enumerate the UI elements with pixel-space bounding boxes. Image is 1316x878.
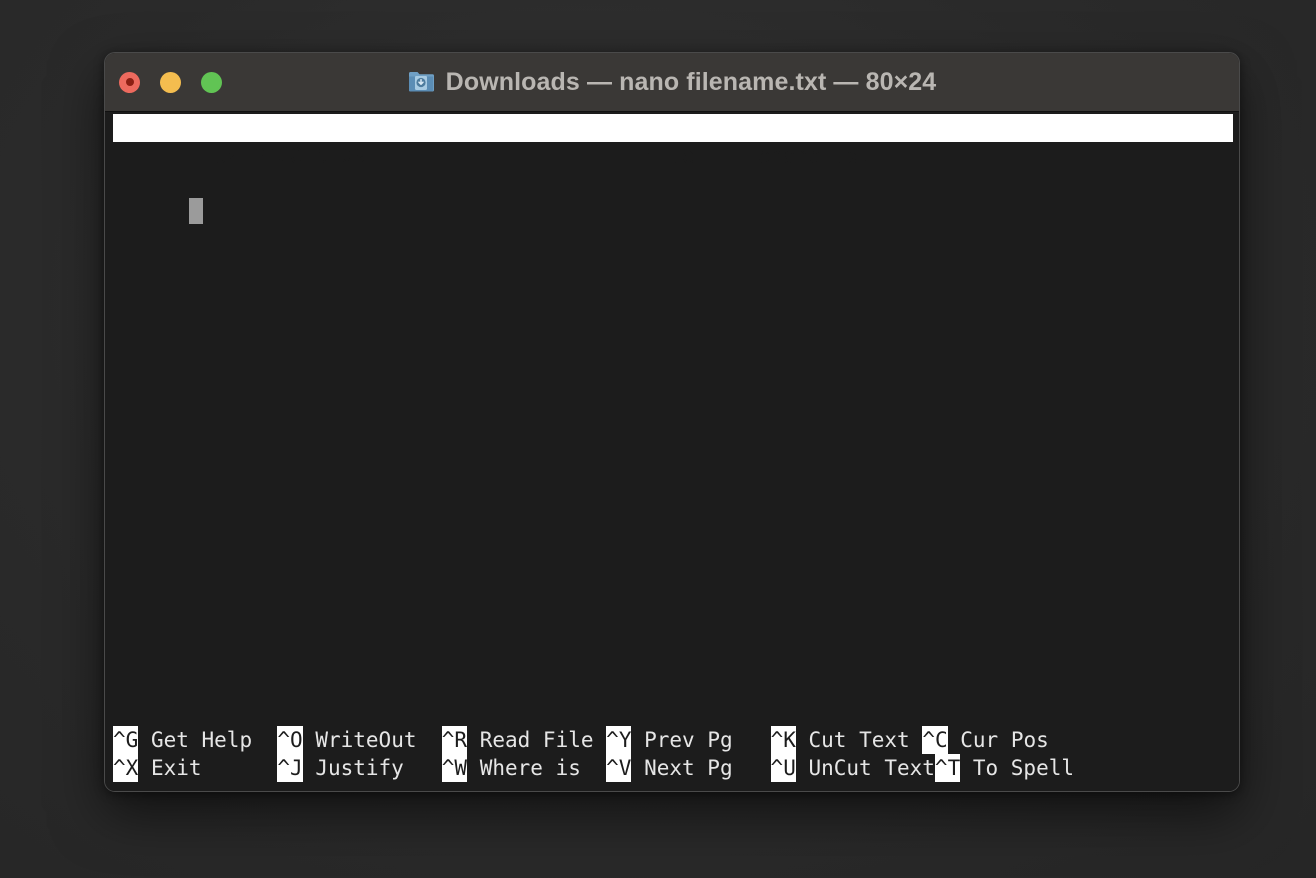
shortcut-key-where-is[interactable]: ^W (441, 754, 468, 782)
spacer-1b (416, 726, 441, 754)
text-cursor (188, 198, 203, 224)
shortcut-label-writeout[interactable]: WriteOut (303, 726, 416, 754)
shortcut-label-cur-pos[interactable]: Cur Pos (948, 726, 1049, 754)
spacer-2a (202, 754, 278, 782)
shortcut-label-read-file[interactable]: Read File (467, 726, 594, 754)
shortcut-key-cur-pos[interactable]: ^C (922, 726, 948, 754)
spacer-2c (581, 754, 606, 782)
spacer-1c (594, 726, 607, 754)
shortcut-label-where-is[interactable]: Where is (467, 754, 581, 782)
shortcut-label-get-help[interactable]: Get Help (138, 726, 252, 754)
spacer-2b (404, 754, 442, 782)
shortcut-key-read-file[interactable]: ^R (441, 726, 468, 754)
spacer-1e (910, 726, 923, 754)
shortcut-label-uncut-text[interactable]: UnCut Text (796, 754, 934, 782)
pico-header-bar: UW PICO 5.09 File: filename.txt (113, 114, 1233, 168)
window-title-group: Downloads — nano filename.txt — 80×24 (105, 53, 1239, 111)
shortcut-key-prev-pg[interactable]: ^Y (606, 726, 632, 754)
terminal-content[interactable]: UW PICO 5.09 File: filename.txt ^G Get H… (105, 112, 1239, 791)
pico-filename-label: File: filename.txt (644, 144, 872, 168)
shortcut-label-cut-text[interactable]: Cut Text (796, 726, 910, 754)
shortcut-key-to-spell[interactable]: ^T (934, 754, 961, 782)
shortcut-key-uncut-text[interactable]: ^U (770, 754, 796, 782)
close-window-button[interactable] (119, 71, 140, 93)
shortcut-label-next-pg[interactable]: Next Pg (631, 754, 733, 782)
shortcut-key-cut-text[interactable]: ^K (770, 726, 796, 754)
pico-version-label: UW PICO 5.09 (188, 144, 366, 168)
shortcut-label-justify[interactable]: Justify (303, 754, 404, 782)
shortcut-key-writeout[interactable]: ^O (277, 726, 303, 754)
traffic-light-group (119, 53, 222, 111)
shortcut-key-next-pg[interactable]: ^V (606, 754, 632, 782)
shortcut-row-1: ^G Get Help ^O WriteOut ^R Read File ^Y … (113, 726, 1233, 754)
shortcut-key-exit[interactable]: ^X (113, 754, 139, 782)
spacer-1d (733, 726, 771, 754)
shortcut-label-to-spell[interactable]: To Spell (960, 754, 1074, 782)
minimize-window-button[interactable] (160, 71, 181, 93)
shortcut-key-get-help[interactable]: ^G (113, 726, 139, 754)
spacer-1a (252, 726, 277, 754)
editor-text-area[interactable] (113, 170, 203, 254)
header-gap (366, 144, 644, 168)
downloads-folder-icon (408, 70, 434, 94)
window-titlebar[interactable]: Downloads — nano filename.txt — 80×24 (105, 53, 1239, 112)
window-title-text: Downloads — nano filename.txt — 80×24 (445, 67, 937, 96)
terminal-window[interactable]: Downloads — nano filename.txt — 80×24 UW… (104, 52, 1240, 792)
maximize-window-button[interactable] (201, 71, 222, 93)
shortcut-row-2: ^X Exit ^J Justify ^W Where is ^V Next P… (113, 754, 1233, 782)
shortcut-label-prev-pg[interactable]: Prev Pg (631, 726, 733, 754)
spacer-2d (733, 754, 771, 782)
shortcut-label-exit[interactable]: Exit (138, 754, 202, 782)
pico-shortcut-bar: ^G Get Help ^O WriteOut ^R Read File ^Y … (113, 726, 1233, 782)
shortcut-key-justify[interactable]: ^J (277, 754, 303, 782)
